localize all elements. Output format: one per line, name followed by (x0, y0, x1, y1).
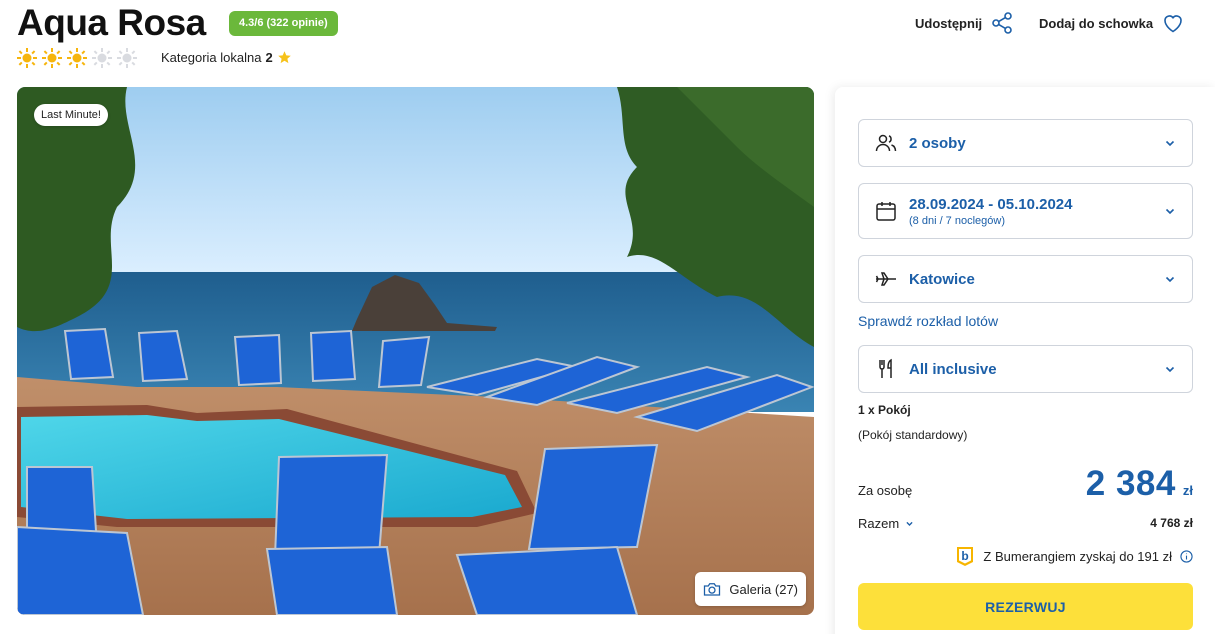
share-button[interactable]: Udostępnij (915, 10, 1014, 36)
price-value: 2 384 (1085, 464, 1176, 503)
hotel-photo-gallery[interactable]: Last Minute! Galeria (27) (17, 87, 814, 615)
bumerang-promo: b Z Bumerangiem zyskaj do 191 zł (955, 545, 1193, 567)
chevron-down-icon (1165, 276, 1175, 283)
per-person-label: Za osobę (858, 483, 913, 498)
bumerang-logo-icon: b (957, 547, 974, 566)
hotel-main-photo (17, 87, 814, 615)
airplane-icon (875, 272, 896, 286)
booking-panel: 2 osoby 28.09.2024 - 05.10.2024 (8 dni /… (835, 87, 1215, 634)
total-toggle[interactable]: Razem (858, 516, 914, 531)
cutlery-icon (879, 358, 892, 378)
sun-icon-empty (92, 48, 112, 68)
total-label: Razem (858, 516, 900, 531)
departure-select[interactable]: Katowice (858, 255, 1193, 303)
dates-select[interactable]: 28.09.2024 - 05.10.2024 (8 dni / 7 nocle… (858, 183, 1193, 239)
price-per-person: 2 384 zł (1086, 464, 1193, 504)
room-quantity: 1 x Pokój (858, 403, 911, 417)
local-category: Kategoria lokalna 2 (161, 50, 292, 65)
users-icon (875, 134, 897, 152)
sun-rating (17, 48, 137, 68)
svg-text:b: b (962, 549, 969, 563)
price-currency: zł (1182, 483, 1193, 498)
rating-badge[interactable]: 4.3/6 (322 opinie) (229, 11, 338, 36)
departure-value: Katowice (909, 271, 975, 288)
room-type: (Pokój standardowy) (858, 428, 968, 442)
persons-value: 2 osoby (909, 135, 966, 152)
gallery-label: Galeria (27) (729, 581, 798, 597)
dates-duration: (8 dni / 7 noclegów) (909, 215, 1005, 227)
info-icon[interactable] (1180, 549, 1193, 563)
gallery-button[interactable]: Galeria (27) (695, 572, 806, 606)
sun-icon-filled (42, 48, 62, 68)
sun-icon-filled (17, 48, 37, 68)
persons-select[interactable]: 2 osoby (858, 119, 1193, 167)
chevron-down-icon (1165, 140, 1175, 147)
heart-icon (1164, 15, 1182, 33)
reserve-button[interactable]: REZERWUJ (858, 583, 1193, 630)
bumerang-text: Z Bumerangiem zyskaj do 191 zł (983, 548, 1172, 564)
flight-schedule-link[interactable]: Sprawdź rozkład lotów (858, 313, 998, 329)
camera-icon (704, 583, 721, 596)
star-icon (277, 51, 291, 64)
category-label: Kategoria lokalna (161, 50, 262, 65)
chevron-down-icon (1165, 208, 1175, 215)
sun-icon-filled (67, 48, 87, 68)
hotel-title: Aqua Rosa (17, 2, 206, 43)
calendar-icon (876, 202, 896, 221)
board-select[interactable]: All inclusive (858, 345, 1193, 393)
favorite-label: Dodaj do schowka (1039, 15, 1154, 31)
share-label: Udostępnij (915, 15, 983, 31)
add-to-favorites-button[interactable]: Dodaj do schowka (1039, 10, 1185, 36)
last-minute-badge: Last Minute! (34, 104, 108, 126)
top-actions: Udostępnij Dodaj do schowka (915, 10, 1215, 40)
board-value: All inclusive (909, 361, 997, 378)
dates-value: 28.09.2024 - 05.10.2024 (909, 196, 1073, 213)
category-value: 2 (265, 50, 273, 65)
chevron-down-icon (1165, 366, 1175, 373)
chevron-down-icon (906, 521, 913, 526)
total-price: 4 768 zł (1150, 516, 1193, 530)
sun-icon-empty (117, 48, 137, 68)
share-icon (992, 12, 1012, 34)
